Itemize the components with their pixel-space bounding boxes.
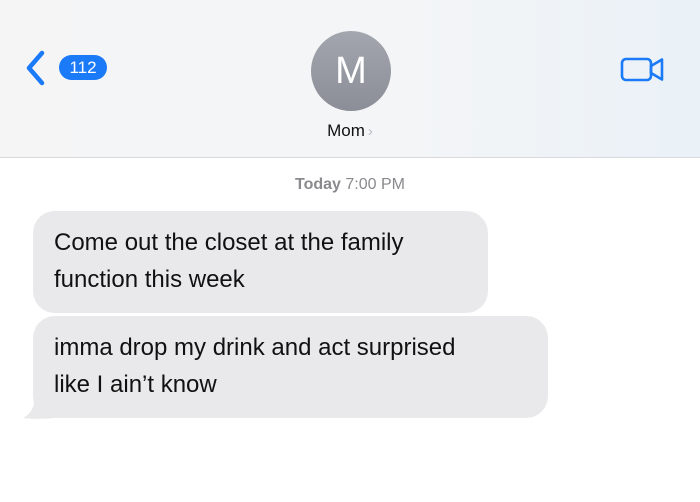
message-line: like I ain’t know [54, 371, 217, 398]
conversation-header: 112 M Mom › [0, 0, 700, 158]
message-bubble-incoming[interactable]: imma drop my drink and act surprised lik… [33, 316, 548, 418]
contact-name-label: Mom [327, 121, 365, 140]
chevron-right-icon: › [367, 123, 373, 140]
timestamp-time: 7:00 PM [345, 176, 405, 193]
video-camera-icon[interactable] [620, 53, 666, 85]
message-line: Come out the closet at the family [54, 229, 404, 256]
contact-name[interactable]: Mom › [0, 121, 700, 141]
unread-count-badge: 112 [59, 55, 107, 80]
chevron-left-icon [26, 50, 45, 86]
timestamp-day: Today [295, 176, 341, 193]
back-button[interactable]: 112 [22, 46, 112, 90]
avatar[interactable]: M [311, 31, 391, 111]
message-timestamp: Today 7:00 PM [0, 176, 700, 194]
message-line: imma drop my drink and act surprised [54, 334, 456, 361]
message-bubble-incoming[interactable]: Come out the closet at the family functi… [33, 211, 488, 313]
message-line: function this week [54, 266, 245, 293]
